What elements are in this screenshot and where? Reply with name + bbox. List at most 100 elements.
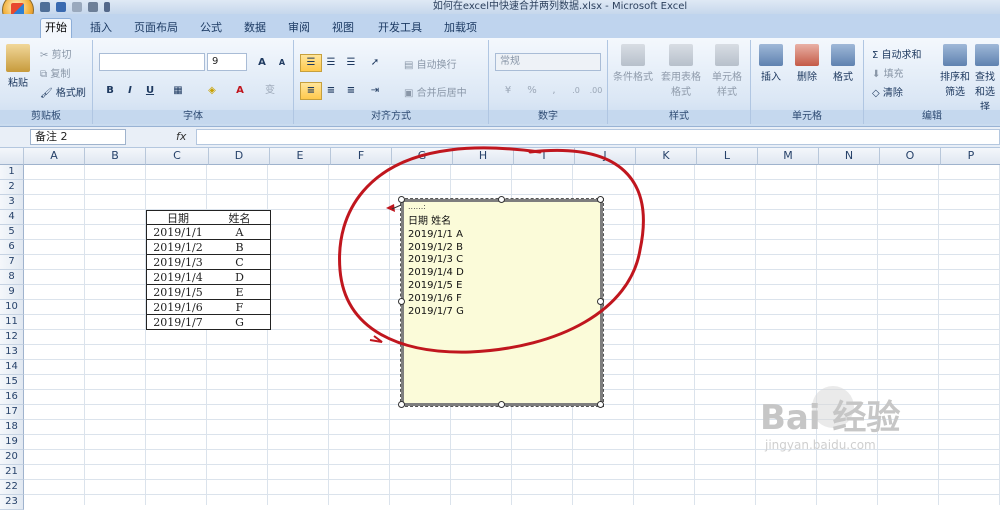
row-header-12[interactable]: 12 — [0, 330, 24, 345]
table-header-cell[interactable]: 日期 — [146, 210, 210, 225]
row-header-6[interactable]: 6 — [0, 240, 24, 255]
undo-icon[interactable] — [56, 2, 66, 12]
row-header-17[interactable]: 17 — [0, 405, 24, 420]
tab-formulas[interactable]: 公式 — [196, 19, 226, 38]
table-cell[interactable]: D — [209, 270, 271, 285]
underline-button[interactable]: U — [139, 82, 161, 100]
table-cell[interactable]: 2019/1/5 — [146, 285, 210, 300]
increase-decimal-icon[interactable]: .0 — [565, 82, 587, 100]
sort-filter-button[interactable]: 排序和筛选 — [938, 44, 972, 98]
table-cell[interactable]: A — [209, 225, 271, 240]
clear-button[interactable]: ◇ 清除 — [872, 84, 903, 99]
align-right-icon[interactable]: ≡ — [340, 82, 362, 100]
cell-styles-button[interactable]: 单元格样式 — [706, 44, 748, 98]
row-header-13[interactable]: 13 — [0, 345, 24, 360]
name-box[interactable]: 备注 2 — [30, 129, 126, 145]
indent-icon[interactable]: ⇥ — [364, 82, 386, 100]
align-left-icon[interactable]: ≡ — [300, 82, 322, 100]
row-header-11[interactable]: 11 — [0, 315, 24, 330]
column-header-P[interactable]: P — [941, 148, 1000, 165]
currency-icon[interactable]: ¥ — [497, 82, 519, 100]
tab-review[interactable]: 审阅 — [284, 19, 314, 38]
row-header-9[interactable]: 9 — [0, 285, 24, 300]
row-header-16[interactable]: 16 — [0, 390, 24, 405]
column-header-C[interactable]: C — [146, 148, 209, 165]
align-middle-icon[interactable]: ☰ — [320, 54, 342, 72]
tab-developer[interactable]: 开发工具 — [374, 19, 426, 38]
table-cell[interactable]: 2019/1/4 — [146, 270, 210, 285]
column-header-B[interactable]: B — [85, 148, 146, 165]
format-cells-button[interactable]: 格式 — [827, 44, 859, 83]
row-header-21[interactable]: 21 — [0, 465, 24, 480]
row-header-4[interactable]: 4 — [0, 210, 24, 225]
italic-button[interactable]: I — [119, 82, 141, 100]
row-header-8[interactable]: 8 — [0, 270, 24, 285]
insert-cells-button[interactable]: 插入 — [755, 44, 787, 83]
row-header-7[interactable]: 7 — [0, 255, 24, 270]
align-bottom-icon[interactable]: ☰ — [340, 54, 362, 72]
copy-button[interactable]: ⧉ 复制 — [40, 65, 70, 80]
font-color-button[interactable]: A — [229, 82, 251, 100]
column-header-N[interactable]: N — [819, 148, 880, 165]
print-icon[interactable] — [88, 2, 98, 12]
format-painter-button[interactable]: 🖌 格式刷 — [40, 84, 86, 99]
table-header-cell[interactable]: 姓名 — [209, 210, 271, 225]
table-cell[interactable]: B — [209, 240, 271, 255]
table-cell[interactable]: E — [209, 285, 271, 300]
select-all-corner[interactable] — [0, 148, 24, 165]
format-as-table-button[interactable]: 套用表格格式 — [658, 44, 704, 98]
row-header-22[interactable]: 22 — [0, 480, 24, 495]
font-size-select[interactable]: 9 — [207, 53, 247, 71]
conditional-formatting-button[interactable]: 条件格式 — [610, 44, 656, 83]
row-header-3[interactable]: 3 — [0, 195, 24, 210]
row-header-23[interactable]: 23 — [0, 495, 24, 510]
table-cell[interactable]: 2019/1/6 — [146, 300, 210, 315]
phonetic-button[interactable]: 变 — [259, 82, 281, 100]
number-format-select[interactable]: 常规 — [495, 53, 601, 71]
tab-view[interactable]: 视图 — [328, 19, 358, 38]
customize-qat-icon[interactable] — [104, 2, 110, 12]
table-cell[interactable]: 2019/1/2 — [146, 240, 210, 255]
fill-color-icon[interactable]: ◈ — [201, 82, 223, 100]
tab-page-layout[interactable]: 页面布局 — [130, 19, 182, 38]
merge-center-button[interactable]: ▣ 合并后居中 — [404, 84, 467, 99]
row-header-20[interactable]: 20 — [0, 450, 24, 465]
row-header-18[interactable]: 18 — [0, 420, 24, 435]
row-header-15[interactable]: 15 — [0, 375, 24, 390]
column-header-E[interactable]: E — [270, 148, 331, 165]
paste-button[interactable]: 粘贴 — [4, 44, 32, 89]
find-select-button[interactable]: 查找和选择 — [972, 44, 1000, 113]
table-cell[interactable]: C — [209, 255, 271, 270]
grow-font-button[interactable]: A — [251, 54, 273, 72]
tab-insert[interactable]: 插入 — [86, 19, 116, 38]
tab-data[interactable]: 数据 — [240, 19, 270, 38]
resize-handle[interactable] — [597, 401, 604, 408]
column-header-M[interactable]: M — [758, 148, 819, 165]
redo-icon[interactable] — [72, 2, 82, 12]
fill-button[interactable]: ⬇ 填充 — [872, 65, 904, 80]
delete-cells-button[interactable]: 删除 — [791, 44, 823, 83]
bold-button[interactable]: B — [99, 82, 121, 100]
orientation-icon[interactable]: ➚ — [364, 54, 386, 72]
save-icon[interactable] — [40, 2, 50, 12]
column-header-O[interactable]: O — [880, 148, 941, 165]
row-header-10[interactable]: 10 — [0, 300, 24, 315]
table-cell[interactable]: F — [209, 300, 271, 315]
shrink-font-button[interactable]: A — [271, 54, 293, 72]
column-header-L[interactable]: L — [697, 148, 758, 165]
autosum-button[interactable]: Σ 自动求和 — [872, 46, 922, 61]
fx-icon[interactable]: fx — [176, 130, 186, 143]
row-header-19[interactable]: 19 — [0, 435, 24, 450]
resize-handle[interactable] — [398, 401, 405, 408]
table-cell[interactable]: 2019/1/1 — [146, 225, 210, 240]
row-header-14[interactable]: 14 — [0, 360, 24, 375]
font-name-select[interactable] — [99, 53, 205, 71]
wrap-text-button[interactable]: ▤ 自动换行 — [404, 56, 457, 71]
table-cell[interactable]: G — [209, 315, 271, 330]
align-top-icon[interactable]: ☰ — [300, 54, 322, 72]
resize-handle[interactable] — [498, 401, 505, 408]
comma-button[interactable]: , — [543, 82, 565, 100]
align-center-icon[interactable]: ≡ — [320, 82, 342, 100]
table-cell[interactable]: 2019/1/7 — [146, 315, 210, 330]
row-header-5[interactable]: 5 — [0, 225, 24, 240]
